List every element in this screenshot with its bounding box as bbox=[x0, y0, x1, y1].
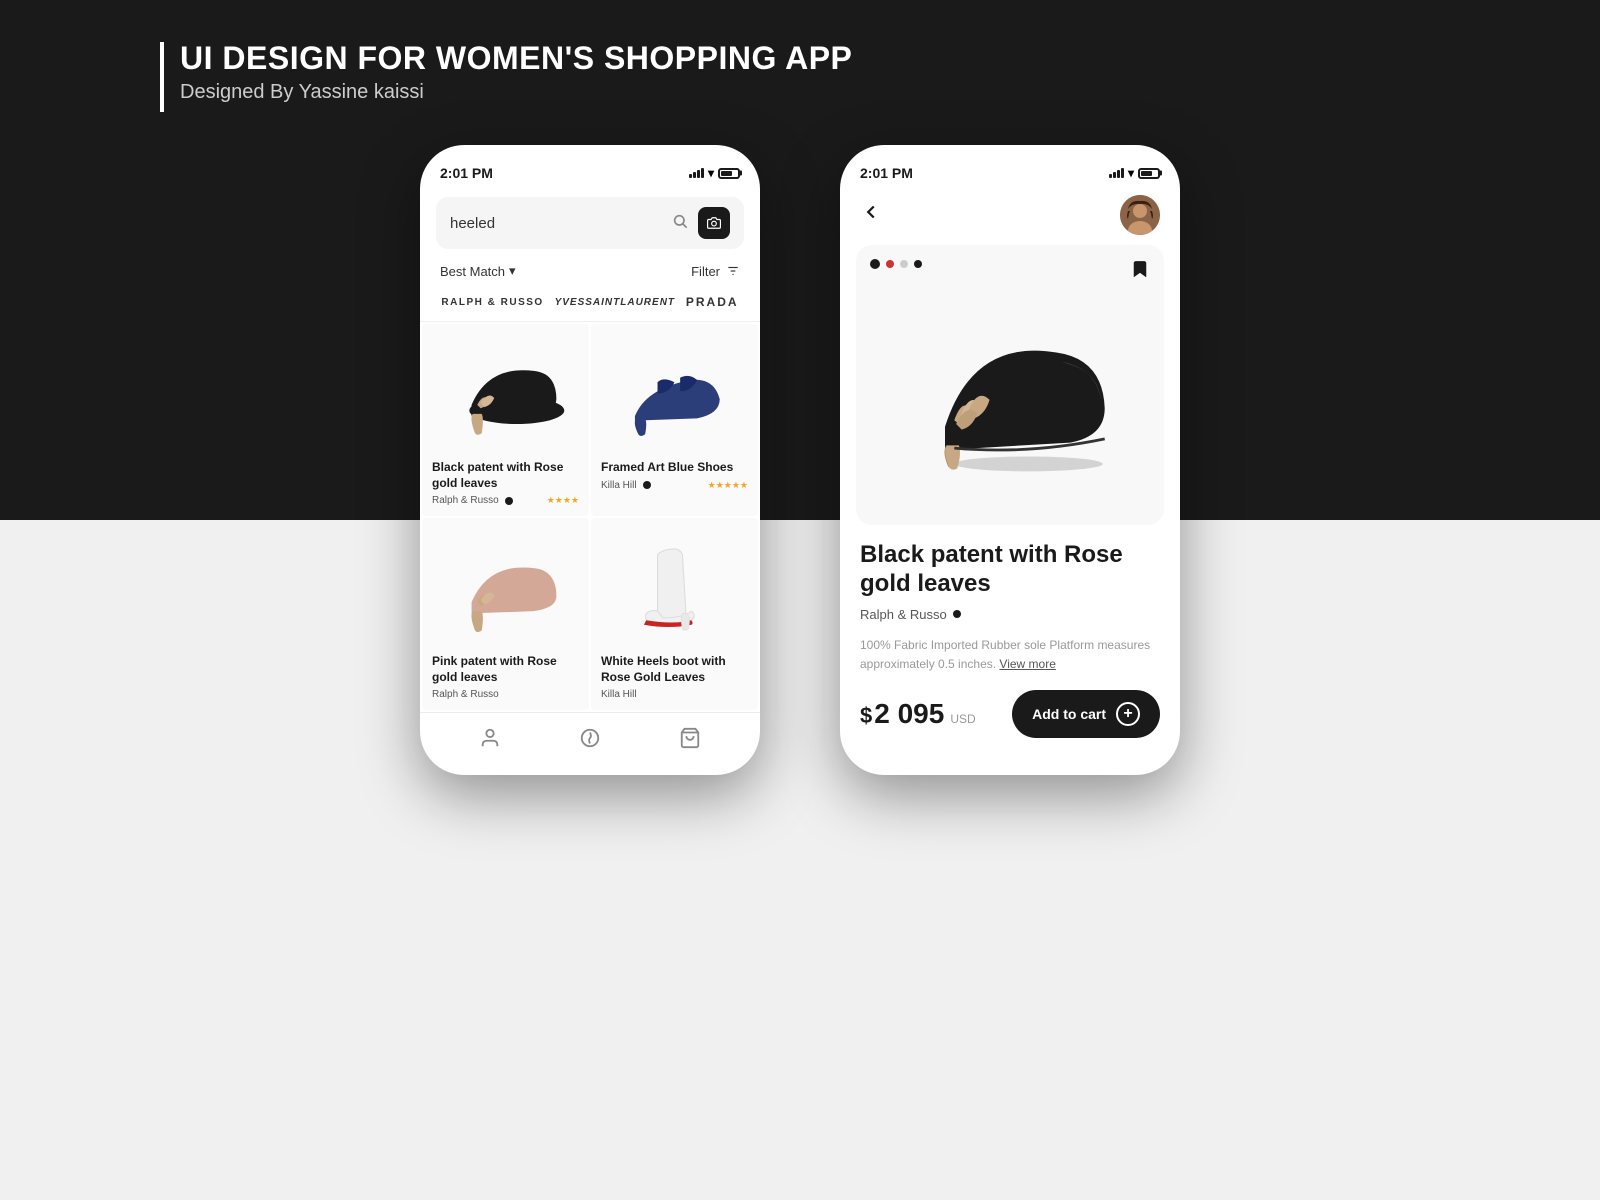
battery-icon bbox=[718, 168, 740, 179]
product-brand-1: Ralph & Russo bbox=[432, 495, 499, 506]
heel-svg-4 bbox=[601, 532, 748, 645]
price-cart-row: $ 2 095 USD Add to cart + bbox=[840, 674, 1180, 758]
filter-bar: Best Match ▾ Filter bbox=[420, 257, 760, 289]
verified-badge-1 bbox=[505, 497, 513, 505]
price-dollar-sign: $ bbox=[860, 703, 872, 729]
product-stars-1: ★★★★ bbox=[547, 495, 579, 506]
phone-notch bbox=[530, 145, 650, 173]
price-currency: USD bbox=[950, 712, 975, 726]
heel-svg-2 bbox=[601, 337, 748, 450]
product-item-2[interactable]: Framed Art Blue Shoes Killa Hill ★★★★★ bbox=[591, 324, 758, 516]
product-item-4[interactable]: White Heels boot with Rose Gold Leaves K… bbox=[591, 518, 758, 710]
search-input[interactable]: heeled bbox=[450, 215, 662, 232]
brand-ralph-russo[interactable]: RALPH & RUSSO bbox=[441, 297, 543, 308]
product-meta-4: Killa Hill bbox=[601, 689, 748, 700]
product-image-2 bbox=[601, 334, 748, 454]
detail-description: 100% Fabric Imported Rubber sole Platfor… bbox=[860, 636, 1160, 674]
bookmark-button[interactable] bbox=[1130, 259, 1150, 285]
product-meta-3: Ralph & Russo bbox=[432, 689, 579, 700]
product-item-3[interactable]: Pink patent with Rose gold leaves Ralph … bbox=[422, 518, 589, 710]
product-brand-4: Killa Hill bbox=[601, 689, 637, 700]
heel-svg-3 bbox=[432, 532, 579, 645]
back-button[interactable] bbox=[860, 201, 882, 229]
product-carousel bbox=[856, 245, 1164, 525]
product-name-3: Pink patent with Rose gold leaves bbox=[432, 654, 579, 685]
detail-brand-row: Ralph & Russo bbox=[860, 607, 1160, 622]
status-icons-1: ▾ bbox=[689, 166, 740, 180]
camera-button[interactable] bbox=[698, 207, 730, 239]
filter-button[interactable]: Filter bbox=[691, 264, 740, 279]
status-icons-2: ▾ bbox=[1109, 166, 1160, 180]
page-header: UI DESIGN FOR WOMEN'S SHOPPING APP Desig… bbox=[160, 40, 852, 112]
detail-shoe-svg bbox=[880, 275, 1140, 495]
detail-verified-badge bbox=[953, 610, 961, 618]
product-image-1 bbox=[432, 334, 579, 454]
nav-cart-icon[interactable] bbox=[679, 727, 701, 755]
status-time-2: 2:01 PM bbox=[860, 165, 913, 181]
product-image-4 bbox=[601, 528, 748, 648]
verified-badge-2 bbox=[643, 481, 651, 489]
nav-trending-icon[interactable] bbox=[579, 727, 601, 755]
product-image-3 bbox=[432, 528, 579, 648]
brand-prada[interactable]: PRADA bbox=[686, 295, 739, 309]
product-meta-2: Killa Hill ★★★★★ bbox=[601, 480, 748, 491]
price-display: $ 2 095 USD bbox=[860, 698, 976, 730]
wifi-icon: ▾ bbox=[708, 166, 714, 180]
dot-3[interactable] bbox=[900, 260, 908, 268]
wifi-icon-2: ▾ bbox=[1128, 166, 1134, 180]
sort-label: Best Match bbox=[440, 264, 505, 279]
product-name-4: White Heels boot with Rose Gold Leaves bbox=[601, 654, 748, 685]
search-bar[interactable]: heeled bbox=[436, 197, 744, 249]
product-stars-2: ★★★★★ bbox=[708, 480, 748, 491]
products-grid: Black patent with Rose gold leaves Ralph… bbox=[420, 322, 760, 712]
brands-row: RALPH & RUSSO YvesSaintLaurent PRADA bbox=[420, 289, 760, 322]
phone-notch-2 bbox=[950, 145, 1070, 173]
header-bar bbox=[160, 42, 164, 112]
product-brand-3: Ralph & Russo bbox=[432, 689, 499, 700]
product-meta-1: Ralph & Russo ★★★★ bbox=[432, 495, 579, 506]
view-more-link[interactable]: View more bbox=[999, 657, 1055, 671]
product-brand-2: Killa Hill bbox=[601, 480, 637, 491]
add-to-cart-button[interactable]: Add to cart + bbox=[1012, 690, 1160, 738]
signal-icon-2 bbox=[1109, 168, 1124, 178]
filter-icon bbox=[726, 264, 740, 278]
dot-4[interactable] bbox=[914, 260, 922, 268]
signal-icon bbox=[689, 168, 704, 178]
nav-profile-icon[interactable] bbox=[479, 727, 501, 755]
page-subtitle: Designed By Yassine kaissi bbox=[180, 81, 852, 104]
user-avatar[interactable] bbox=[1120, 195, 1160, 235]
product-name-1: Black patent with Rose gold leaves bbox=[432, 460, 579, 491]
header-text-block: UI DESIGN FOR WOMEN'S SHOPPING APP Desig… bbox=[180, 40, 852, 104]
heel-svg-1 bbox=[432, 337, 579, 450]
dot-2[interactable] bbox=[886, 260, 894, 268]
product-item-1[interactable]: Black patent with Rose gold leaves Ralph… bbox=[422, 324, 589, 516]
status-time-1: 2:01 PM bbox=[440, 165, 493, 181]
plus-icon: + bbox=[1116, 702, 1140, 726]
bottom-nav bbox=[420, 712, 760, 775]
sort-button[interactable]: Best Match ▾ bbox=[440, 263, 516, 279]
phone-search-screen: 2:01 PM ▾ heeled bbox=[420, 145, 760, 775]
detail-header bbox=[840, 189, 1180, 245]
price-amount: 2 095 bbox=[874, 698, 944, 730]
chevron-down-icon: ▾ bbox=[509, 263, 516, 279]
filter-label: Filter bbox=[691, 264, 720, 279]
add-to-cart-label: Add to cart bbox=[1032, 706, 1106, 722]
detail-product-title: Black patent with Rose gold leaves bbox=[860, 541, 1160, 599]
detail-brand-name: Ralph & Russo bbox=[860, 607, 947, 622]
search-icon bbox=[672, 213, 688, 234]
brand-ysl[interactable]: YvesSaintLaurent bbox=[555, 297, 675, 308]
phone-detail-screen: 2:01 PM ▾ bbox=[840, 145, 1180, 775]
battery-icon-2 bbox=[1138, 168, 1160, 179]
page-title: UI DESIGN FOR WOMEN'S SHOPPING APP bbox=[180, 40, 852, 77]
product-name-2: Framed Art Blue Shoes bbox=[601, 460, 748, 476]
detail-info: Black patent with Rose gold leaves Ralph… bbox=[840, 525, 1180, 674]
carousel-dots bbox=[870, 259, 922, 269]
dot-1[interactable] bbox=[870, 259, 880, 269]
phones-container: 2:01 PM ▾ heeled bbox=[0, 145, 1600, 775]
